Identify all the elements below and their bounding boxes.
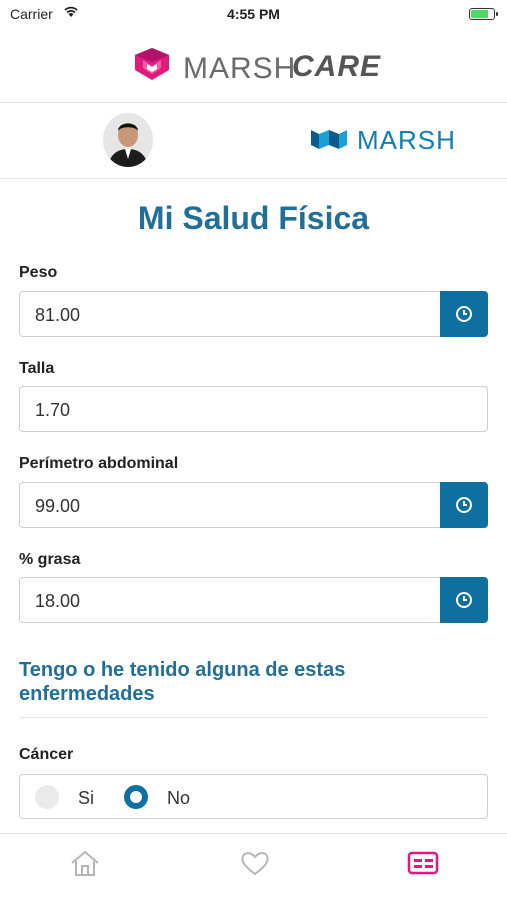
clock-icon — [456, 592, 472, 608]
peso-value: 81.00 — [35, 305, 81, 325]
avatar[interactable] — [103, 113, 153, 167]
perimetro-value: 99.00 — [35, 496, 81, 516]
partner-name: MARSH — [357, 125, 456, 155]
cancer-label: Cáncer — [19, 746, 74, 763]
clock-icon — [456, 497, 472, 513]
heart-icon[interactable] — [238, 848, 272, 878]
talla-label: Talla — [19, 360, 55, 377]
app-header: MARSH CARE — [0, 30, 507, 103]
brand-suffix: CARE — [292, 50, 382, 83]
status-bar: Carrier 4:55 PM — [0, 0, 507, 30]
grasa-history-button[interactable] — [440, 577, 488, 623]
peso-field[interactable]: 81.00 — [19, 291, 488, 337]
brand-name: MARSH — [183, 52, 297, 85]
page-title: Mi Salud Física — [137, 200, 370, 236]
divider — [19, 717, 488, 718]
clock-time: 4:55 PM — [227, 6, 280, 22]
clock-icon — [456, 306, 472, 322]
cancer-no-label[interactable]: No — [167, 788, 190, 809]
home-icon[interactable] — [68, 848, 102, 878]
peso-history-button[interactable] — [440, 291, 488, 337]
cancer-no-radio[interactable] — [124, 785, 148, 809]
perimetro-field[interactable]: 99.00 — [19, 482, 488, 528]
perimetro-label: Perímetro abdominal — [19, 455, 179, 472]
profile-row: MARSH — [0, 103, 507, 179]
talla-field[interactable]: 1.70 — [19, 386, 488, 432]
marsh-care-logo-icon — [135, 48, 169, 80]
tab-bar — [0, 833, 507, 901]
marsh-logo-icon — [311, 130, 347, 149]
peso-label: Peso — [19, 264, 58, 281]
talla-value: 1.70 — [35, 400, 71, 420]
grasa-field[interactable]: 18.00 — [19, 577, 488, 623]
id-card-icon[interactable] — [406, 848, 440, 878]
perimetro-history-button[interactable] — [440, 482, 488, 528]
battery-icon — [469, 8, 498, 20]
diseases-section-title: Tengo o he tenido alguna de estas enferm… — [19, 659, 346, 705]
cancer-radio-group: Si No — [19, 774, 488, 819]
grasa-label: % grasa — [19, 551, 81, 568]
grasa-value: 18.00 — [35, 591, 81, 611]
cancer-si-radio[interactable] — [35, 785, 59, 809]
cancer-si-label[interactable]: Si — [78, 788, 94, 809]
